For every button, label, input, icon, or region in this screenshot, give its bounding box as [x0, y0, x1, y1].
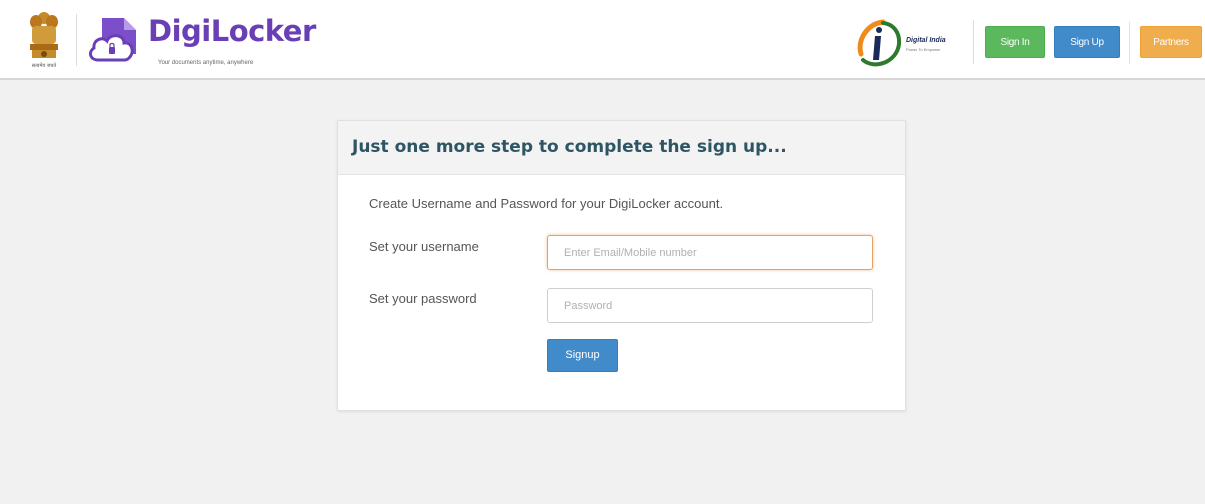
- top-header: सत्यमेव जयते DigiLocker Your documents a…: [0, 0, 1205, 80]
- national-emblem-icon: [30, 12, 58, 58]
- digital-india-title: Digital India: [906, 37, 946, 44]
- card-intro-text: Create Username and Password for your Di…: [369, 196, 724, 211]
- digilocker-cloud-icon[interactable]: [86, 14, 142, 66]
- password-input[interactable]: [547, 288, 873, 323]
- card-header: Just one more step to complete the sign …: [338, 121, 905, 175]
- signup-button[interactable]: Signup: [547, 339, 618, 372]
- header-divider: [76, 14, 77, 66]
- digital-india-subtitle: Power To Empower: [906, 47, 941, 52]
- signup-card: Just one more step to complete the sign …: [337, 120, 906, 411]
- card-title: Just one more step to complete the sign …: [352, 137, 787, 157]
- header-divider: [973, 20, 974, 64]
- header-divider: [1129, 22, 1130, 64]
- brand-name[interactable]: DigiLocker: [148, 14, 316, 48]
- brand-tagline: Your documents anytime, anywhere: [158, 60, 254, 66]
- sign-up-button[interactable]: Sign Up: [1054, 26, 1120, 58]
- username-label: Set your username: [369, 239, 479, 254]
- partners-button[interactable]: Partners: [1140, 26, 1202, 58]
- sign-in-button[interactable]: Sign In: [985, 26, 1045, 58]
- digital-india-logo-icon: [857, 19, 902, 67]
- password-label: Set your password: [369, 291, 477, 306]
- emblem-caption: सत्यमेव जयते: [31, 63, 57, 69]
- username-input[interactable]: [547, 235, 873, 270]
